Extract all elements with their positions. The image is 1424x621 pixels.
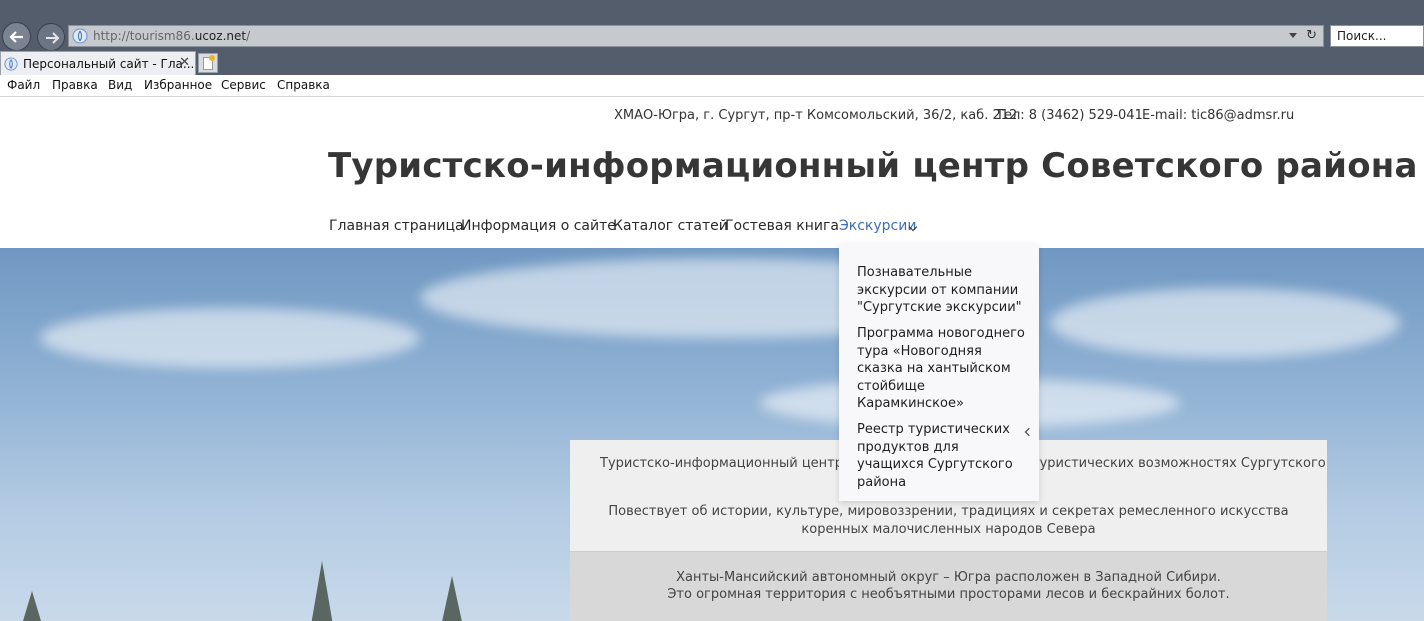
refresh-icon[interactable]: ↻ <box>1306 28 1317 43</box>
close-tab-icon[interactable]: ✕ <box>179 55 190 70</box>
intro-line-2: Повествует об истории, культуре, мировоз… <box>608 504 1289 537</box>
browser-toolbar: http://tourism86.ucoz.net/ ↻ Поиск... <box>0 0 1424 51</box>
menu-edit[interactable]: Правка <box>52 78 98 92</box>
arrow-right-icon <box>46 32 60 44</box>
new-tab-button[interactable] <box>198 53 218 73</box>
contact-address: ХМАО-Югра, г. Сургут, пр-т Комсомольский… <box>614 108 1018 123</box>
tab-strip: Персональный сайт - Гла... ✕ <box>0 50 1424 75</box>
nav-about[interactable]: Информация о сайте <box>461 218 616 234</box>
dropdown-item-new-year-tour[interactable]: Программа новогоднего тура «Новогодняя с… <box>857 325 1027 413</box>
tree-shape <box>20 591 44 621</box>
address-bar[interactable]: http://tourism86.ucoz.net/ ↻ <box>68 25 1324 47</box>
site-favicon-icon <box>72 28 88 44</box>
menu-help[interactable]: Справка <box>277 78 330 92</box>
nav-home[interactable]: Главная страница <box>329 218 464 234</box>
cloud-shape <box>1050 288 1400 358</box>
contact-phone: Тел: 8 (3462) 529-041 <box>996 108 1143 123</box>
region-line-2: Это огромная территория с необъятными пр… <box>667 587 1230 602</box>
cloud-shape <box>40 308 420 368</box>
excursions-dropdown: Познавательные экскурсии от компании "Су… <box>839 244 1039 501</box>
menu-bar: Файл Правка Вид Избранное Сервис Справка <box>0 75 1424 97</box>
tab-title: Персональный сайт - Гла... <box>23 57 195 71</box>
new-tab-badge-icon <box>209 55 215 61</box>
tree-shape <box>310 561 334 621</box>
tab-favicon-icon <box>4 57 18 71</box>
back-button[interactable] <box>2 22 31 51</box>
nav-excursions[interactable]: Экскурсии <box>839 218 916 234</box>
menu-tools[interactable]: Сервис <box>221 78 266 92</box>
forward-button[interactable] <box>37 23 65 51</box>
tree-shape <box>440 576 464 621</box>
region-line-1: Ханты-Мансийский автономный округ – Югра… <box>676 570 1221 585</box>
menu-file[interactable]: Файл <box>7 78 40 92</box>
region-panel: Ханты-Мансийский автономный округ – Югра… <box>570 552 1327 621</box>
dropdown-item-registry[interactable]: Реестр туристических продуктов для учащи… <box>857 421 1027 491</box>
site-header: ХМАО-Югра, г. Сургут, пр-т Комсомольский… <box>0 97 1424 248</box>
arrow-left-icon <box>9 31 23 43</box>
menu-favorites[interactable]: Избранное <box>144 78 212 92</box>
nav-guestbook[interactable]: Гостевая книга <box>725 218 839 234</box>
nav-articles[interactable]: Каталог статей <box>613 218 728 234</box>
search-input[interactable]: Поиск... <box>1330 25 1424 47</box>
dropdown-item-excursions[interactable]: Познавательные экскурсии от компании "Су… <box>857 264 1027 317</box>
menu-view[interactable]: Вид <box>108 78 132 92</box>
url-text[interactable]: http://tourism86.ucoz.net/ <box>93 29 250 43</box>
contact-email[interactable]: E-mail: tic86@admsr.ru <box>1142 108 1294 123</box>
site-title[interactable]: Туристско-информационный центр Советског… <box>328 146 1418 186</box>
tab-active[interactable]: Персональный сайт - Гла... ✕ <box>0 51 196 75</box>
url-dropdown-icon[interactable] <box>1289 33 1297 38</box>
